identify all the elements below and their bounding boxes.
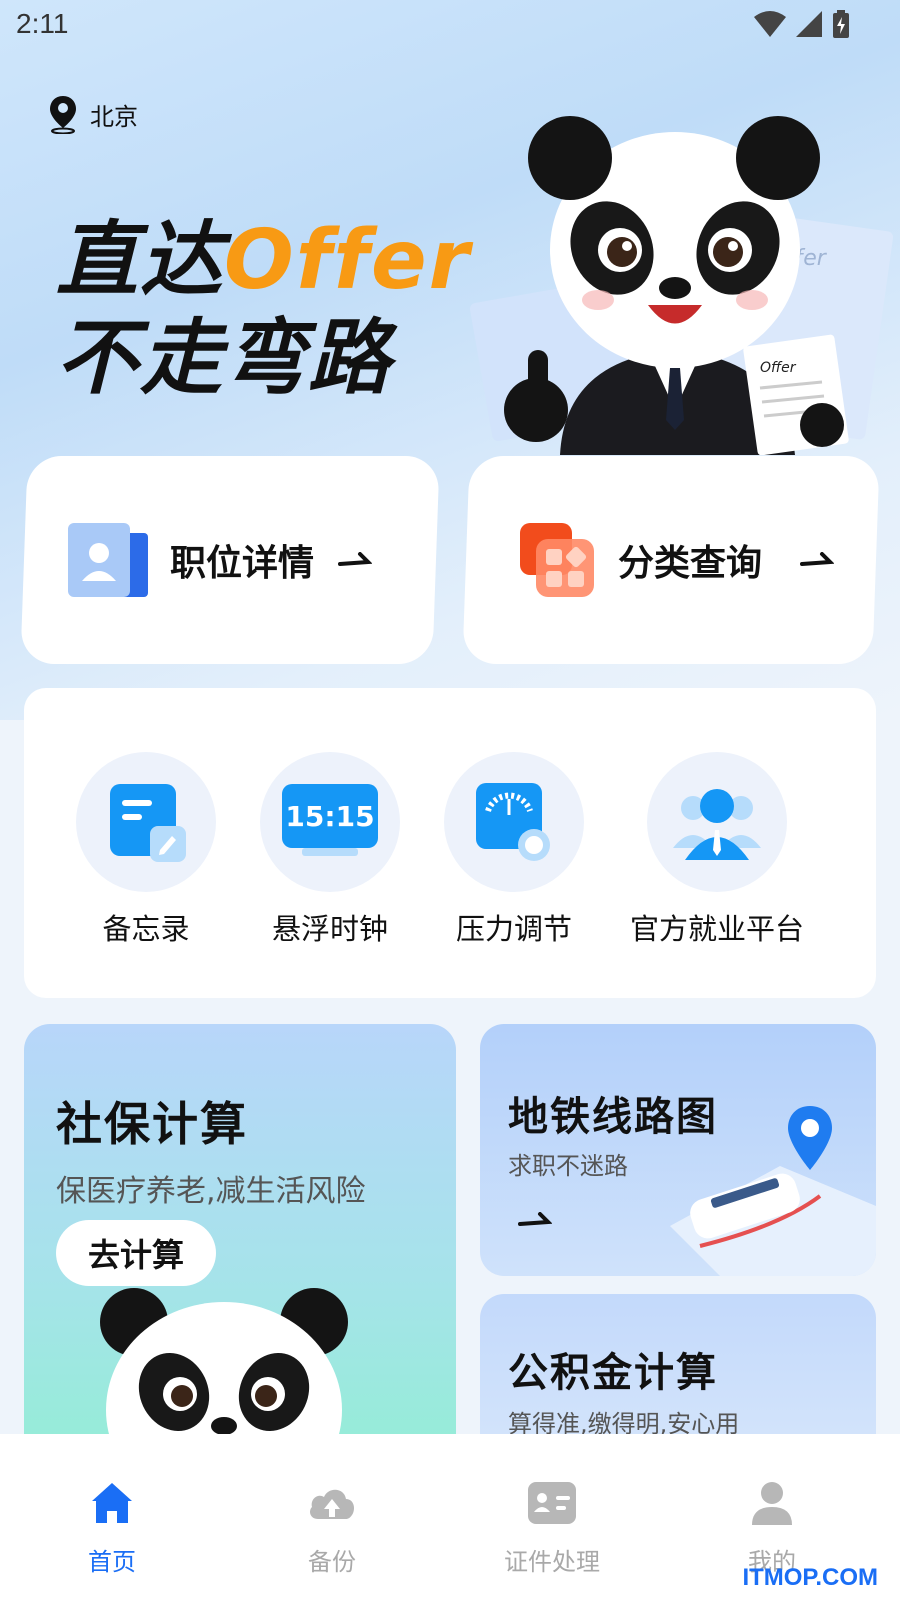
job-details-card[interactable]: 职位详情 [20,456,440,664]
bottom-tab-bar: 首页 备份 证件处理 我的 ITMOP.COM [0,1434,900,1600]
job-details-label: 职位详情 [170,543,315,584]
tab-documents-icon-wrap [472,1478,632,1528]
tool-clock-circle: 15:15 [260,752,400,892]
category-query-card[interactable]: 分类查询 [462,456,880,664]
panda-mascot-small-illustration [100,1288,348,1444]
slogan-accent: Offer [224,213,472,308]
location-selector[interactable]: 北京 [48,94,138,134]
social-security-card[interactable]: 社保计算 保医疗养老,减生活风险 去计算 [24,1024,456,1444]
slogan-line-2: 不走弯路 [56,311,392,406]
category-query-card-content: 分类查询 [466,523,876,597]
tab-profile-icon-wrap [692,1478,852,1528]
location-pin-icon [50,96,76,134]
clock-display-text: 15:15 [285,800,374,833]
job-details-card-content: 职位详情 [24,523,436,597]
tools-panel: 备忘录 15:15 悬浮时钟 压力调节 官方就业平台 [24,688,876,998]
tool-floating-clock[interactable]: 15:15 悬浮时钟 [230,752,430,948]
metro-train-map-illustration [670,1106,876,1276]
arrow-right-icon [518,1212,552,1226]
tool-memo-label: 备忘录 [102,912,190,946]
home-icon [92,1483,132,1523]
tool-memo-circle [76,752,216,892]
panda-mascot-illustration: Offer Offer [470,116,894,455]
signal-icon [796,11,822,37]
slogan-line-1: 直达Offer [56,212,471,310]
slogan-prefix: 直达 [56,213,224,308]
housing-fund-card[interactable]: 公积金计算 算得准,缴得明,安心用 [480,1294,876,1444]
employee-icon [673,789,761,860]
metro-map-card[interactable]: 地铁线路图 求职不迷路 [480,1024,876,1276]
tab-home-label: 首页 [88,1548,136,1576]
location-city: 北京 [90,102,138,131]
job-profile-icon [68,523,148,597]
pressure-gauge-icon [476,783,550,861]
tab-backup-icon-wrap [252,1478,412,1528]
metro-map-subtitle: 求职不迷路 [508,1152,628,1180]
battery-icon [833,10,849,38]
status-icons [754,10,850,38]
status-time: 2:11 [16,8,69,39]
tab-documents[interactable]: 证件处理 [472,1478,632,1577]
tab-profile[interactable]: 我的 [692,1478,852,1577]
category-query-label: 分类查询 [618,543,763,584]
arrow-right-icon [800,552,835,566]
status-bar: 2:11 [0,0,900,50]
arrow-right-icon [338,552,373,566]
housing-fund-title: 公积金计算 [508,1350,718,1396]
tab-backup-label: 备份 [308,1548,356,1576]
watermark: ITMOP.COM [742,1564,878,1591]
tool-clock-label: 悬浮时钟 [271,912,388,946]
tool-pressure-label: 压力调节 [455,912,572,946]
wifi-icon [754,11,786,37]
cloud-upload-icon [310,1489,354,1519]
social-security-title: 社保计算 [56,1097,248,1151]
tool-pressure[interactable]: 压力调节 [414,752,614,948]
memo-icon [110,784,186,862]
tool-pressure-circle [444,752,584,892]
mascot-paper-title: Offer [760,360,797,376]
social-security-subtitle: 保医疗养老,减生活风险 [56,1174,366,1209]
tool-memo[interactable]: 备忘录 [46,752,246,948]
tool-employment-platform[interactable]: 官方就业平台 [617,752,817,948]
tab-home[interactable]: 首页 [32,1478,192,1577]
tab-home-icon-wrap [32,1478,192,1528]
category-grid-icon [520,523,594,597]
clock-icon: 15:15 [282,784,378,856]
hero-slogan: 直达Offer 不走弯路 [56,212,471,408]
tab-documents-label: 证件处理 [504,1548,600,1576]
tool-employment-label: 官方就业平台 [629,912,804,946]
id-card-icon [528,1482,576,1524]
tool-employment-circle [647,752,787,892]
user-icon [752,1482,792,1525]
tab-backup[interactable]: 备份 [252,1478,412,1577]
